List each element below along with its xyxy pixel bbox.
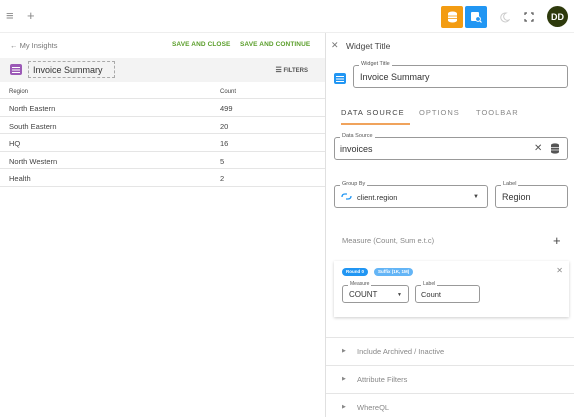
column-header-count[interactable]: Count	[220, 89, 236, 95]
table-row: North Eastern 499	[0, 99, 325, 117]
widget-title-value: Invoice Summary	[360, 72, 430, 82]
cell-count: 5	[220, 156, 225, 166]
active-tab-indicator	[341, 123, 410, 125]
measure-label-field[interactable]: Label Count	[415, 281, 480, 303]
remove-measure-icon[interactable]: ✕	[556, 266, 563, 275]
filters-button[interactable]: ☰ FILTERS	[275, 66, 308, 74]
data-source-value: invoices	[340, 144, 373, 154]
tab-toolbar[interactable]: TOOLBAR	[476, 108, 519, 117]
table-header: Region Count	[0, 86, 325, 99]
cell-count: 2	[220, 174, 225, 183]
fullscreen-icon	[524, 12, 534, 22]
widget-preview-pane: ← My Insights SAVE AND CLOSE SAVE AND CO…	[0, 33, 325, 417]
top-bar: ≡ + DD	[0, 0, 574, 33]
cell-region: HQ	[9, 139, 21, 148]
save-and-continue-button[interactable]: SAVE AND CONTINUE	[240, 41, 310, 48]
database-button[interactable]	[441, 6, 463, 28]
dark-mode-toggle[interactable]	[493, 6, 515, 28]
chevron-down-icon: ▼	[473, 194, 479, 200]
tab-options[interactable]: OPTIONS	[419, 108, 460, 117]
measure-value: COUNT	[349, 290, 378, 299]
fullscreen-button[interactable]	[518, 6, 540, 28]
widget-table-icon	[10, 64, 22, 75]
widget-title-inline-input[interactable]: Invoice Summary	[28, 61, 115, 78]
tab-data-source[interactable]: DATA SOURCE	[341, 108, 405, 117]
section-attribute-filters[interactable]: ▶ Attribute Filters	[326, 365, 574, 393]
column-header-region[interactable]: Region	[9, 89, 28, 95]
measure-select[interactable]: Measure COUNT ▼	[342, 281, 409, 303]
group-by-field-label: Group By	[340, 181, 368, 187]
measure-section-heading: Measure (Count, Sum e.t.c)	[342, 236, 435, 245]
measure-card: Round 0 Suffix (1K, 1M) ✕ Measure COUNT …	[334, 261, 569, 317]
filters-label: FILTERS	[283, 68, 308, 74]
database-icon[interactable]	[550, 143, 560, 156]
data-source-field-label: Data Source	[340, 133, 375, 139]
widget-type-icon	[334, 73, 346, 84]
measure-label-field-label: Label	[421, 281, 438, 287]
group-label-field-label: Label	[501, 181, 519, 187]
cell-region: North Western	[9, 156, 58, 166]
filter-icon: ☰	[275, 67, 282, 74]
section-label: WhereQL	[357, 403, 390, 412]
database-search-icon	[471, 12, 482, 23]
chevron-down-icon: ▼	[397, 292, 402, 298]
cell-region: Health	[9, 174, 31, 183]
avatar[interactable]: DD	[547, 6, 568, 27]
plus-icon[interactable]: +	[27, 9, 35, 23]
clear-icon[interactable]: ✕	[534, 143, 542, 154]
widget-title-field[interactable]: Widget Title Invoice Summary	[353, 61, 568, 88]
back-link[interactable]: ← My Insights	[10, 41, 58, 50]
suffix-chip[interactable]: Suffix (1K, 1M)	[374, 268, 414, 276]
table-row: HQ 16	[0, 134, 325, 152]
table-row: North Western 5	[0, 152, 325, 169]
group-label-value: Region	[502, 192, 531, 202]
chevron-right-icon: ▶	[342, 404, 346, 410]
table-row: South Eastern 20	[0, 117, 325, 134]
cell-region: South Eastern	[9, 121, 57, 131]
panel-title: Widget Title	[346, 41, 391, 51]
cell-region: North Eastern	[9, 104, 56, 113]
chevron-right-icon: ▶	[342, 376, 346, 382]
section-label: Include Archived / Inactive	[357, 347, 445, 356]
group-by-select[interactable]: Group By client.region ▼	[334, 181, 488, 208]
measure-field-label: Measure	[348, 281, 372, 287]
database-icon	[447, 11, 457, 23]
widget-title-field-label: Widget Title	[359, 61, 392, 67]
link-icon	[341, 192, 352, 203]
measure-label-value: Count	[421, 290, 442, 299]
data-source-field[interactable]: Data Source invoices ✕	[334, 133, 568, 160]
database-search-button[interactable]	[465, 6, 487, 28]
cell-count: 16	[220, 139, 229, 148]
hamburger-icon[interactable]: ≡	[6, 9, 14, 23]
widget-title-bar: Invoice Summary ☰ FILTERS	[0, 58, 325, 82]
add-measure-icon[interactable]: +	[553, 233, 561, 248]
section-label: Attribute Filters	[357, 375, 408, 384]
widget-settings-panel: ✕ Widget Title Widget Title Invoice Summ…	[325, 33, 574, 417]
chevron-right-icon: ▶	[342, 348, 346, 354]
cell-count: 20	[220, 121, 229, 131]
section-whereql[interactable]: ▶ WhereQL	[326, 393, 574, 417]
group-label-field[interactable]: Label Region	[495, 181, 568, 208]
group-by-value: client.region	[357, 193, 398, 202]
save-and-close-button[interactable]: SAVE AND CLOSE	[172, 41, 230, 48]
round-chip[interactable]: Round 0	[342, 268, 368, 276]
moon-icon	[499, 11, 510, 22]
table-row: Health 2	[0, 169, 325, 187]
close-icon[interactable]: ✕	[331, 40, 339, 51]
results-table: Region Count North Eastern 499 South Eas…	[0, 86, 325, 187]
section-include-archived[interactable]: ▶ Include Archived / Inactive	[326, 337, 574, 365]
cell-count: 499	[220, 104, 233, 113]
